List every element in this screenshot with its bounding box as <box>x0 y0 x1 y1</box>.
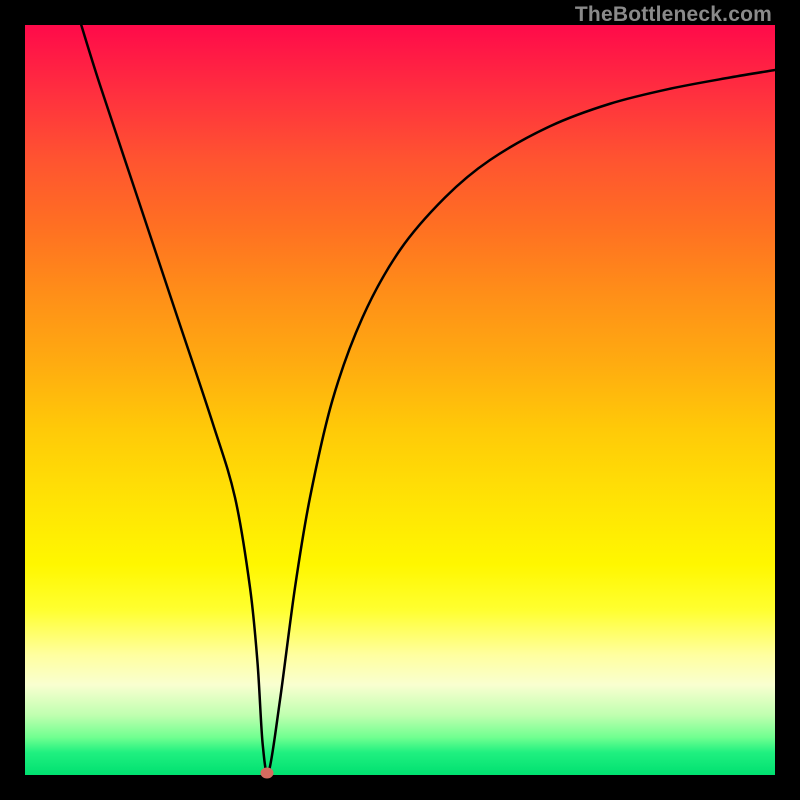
bottleneck-curve <box>25 25 775 775</box>
min-marker <box>261 767 274 778</box>
plot-area <box>25 25 775 775</box>
watermark-text: TheBottleneck.com <box>575 3 772 27</box>
chart-frame: TheBottleneck.com <box>0 0 800 800</box>
